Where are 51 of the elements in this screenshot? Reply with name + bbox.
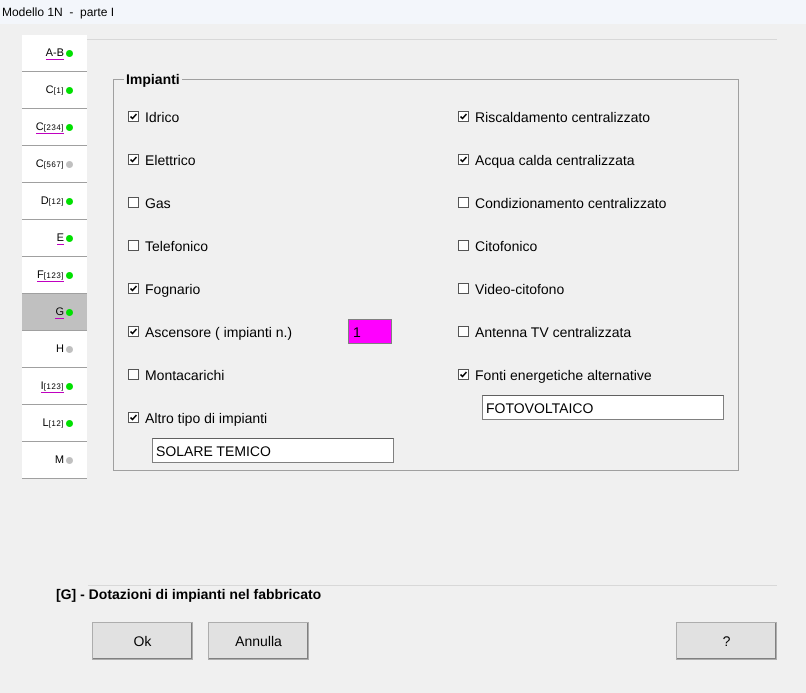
section-tab[interactable]: C[234]	[22, 109, 87, 146]
checkbox[interactable]	[128, 326, 139, 337]
status-text: [G] - Dotazioni di impianti nel fabbricato	[56, 586, 322, 602]
checkbox-label[interactable]: Elettrico	[145, 152, 196, 168]
checkbox[interactable]	[458, 154, 469, 165]
section-tab[interactable]: H	[22, 331, 87, 368]
checkbox[interactable]	[458, 197, 469, 208]
checkbox-label[interactable]: Montacarichi	[145, 366, 224, 382]
section-tab[interactable]: M	[22, 442, 87, 479]
window-title: Modello 1N - parte I	[2, 5, 114, 19]
section-tab[interactable]: I[123]	[22, 368, 87, 405]
checkbox[interactable]	[458, 369, 469, 380]
count-field[interactable]: 1	[348, 319, 392, 344]
section-tab[interactable]: A-B	[22, 35, 87, 72]
text-field[interactable]: FOTOVOLTAICO	[482, 395, 724, 420]
checkbox[interactable]	[128, 240, 139, 251]
checkbox-label[interactable]: Riscaldamento centralizzato	[475, 108, 650, 124]
checkbox-label[interactable]: Antenna TV centralizzata	[475, 324, 632, 340]
checkbox[interactable]	[128, 111, 139, 122]
section-tab[interactable]: C[567]	[22, 146, 87, 183]
checkbox[interactable]	[458, 240, 469, 251]
section-tab[interactable]: F[123]	[22, 257, 87, 294]
checkbox[interactable]	[128, 369, 139, 380]
help-button[interactable]: ?	[676, 622, 777, 660]
checkbox-label[interactable]: Altro tipo di impianti	[145, 410, 268, 426]
checkbox[interactable]	[128, 197, 139, 208]
group-title: Impianti	[125, 71, 181, 87]
checkbox-label[interactable]: Fonti energetiche alternative	[475, 366, 652, 382]
dialog-button[interactable]: Annulla	[208, 622, 309, 660]
checkbox-label[interactable]: Gas	[145, 194, 171, 210]
checkbox[interactable]	[128, 412, 139, 423]
section-tab[interactable]: D[12]	[22, 183, 87, 220]
checkbox-label[interactable]: Telefonico	[145, 238, 208, 254]
checkbox[interactable]	[458, 283, 469, 294]
checkbox[interactable]	[458, 111, 469, 122]
checkbox-label[interactable]: Video-citofono	[475, 280, 564, 296]
checkbox-label[interactable]: Idrico	[145, 108, 180, 124]
text-field[interactable]: SOLARE TEMICO	[152, 438, 394, 463]
checkbox-label[interactable]: Acqua calda centralizzata	[475, 152, 635, 168]
section-tab[interactable]: C[1]	[22, 72, 87, 109]
checkbox-label[interactable]: Ascensore ( impianti n.)	[145, 324, 292, 340]
checkbox[interactable]	[458, 326, 469, 337]
section-tab[interactable]: G	[22, 294, 87, 331]
checkbox-label[interactable]: Citofonico	[475, 238, 538, 254]
checkbox[interactable]	[128, 283, 139, 294]
checkbox-label[interactable]: Condizionamento centralizzato	[475, 194, 666, 210]
section-tab[interactable]: E	[22, 220, 87, 257]
section-tab[interactable]: L[12]	[22, 405, 87, 442]
checkbox-label[interactable]: Fognario	[145, 280, 200, 296]
dialog-button[interactable]: Ok	[92, 622, 193, 660]
checkbox[interactable]	[128, 154, 139, 165]
